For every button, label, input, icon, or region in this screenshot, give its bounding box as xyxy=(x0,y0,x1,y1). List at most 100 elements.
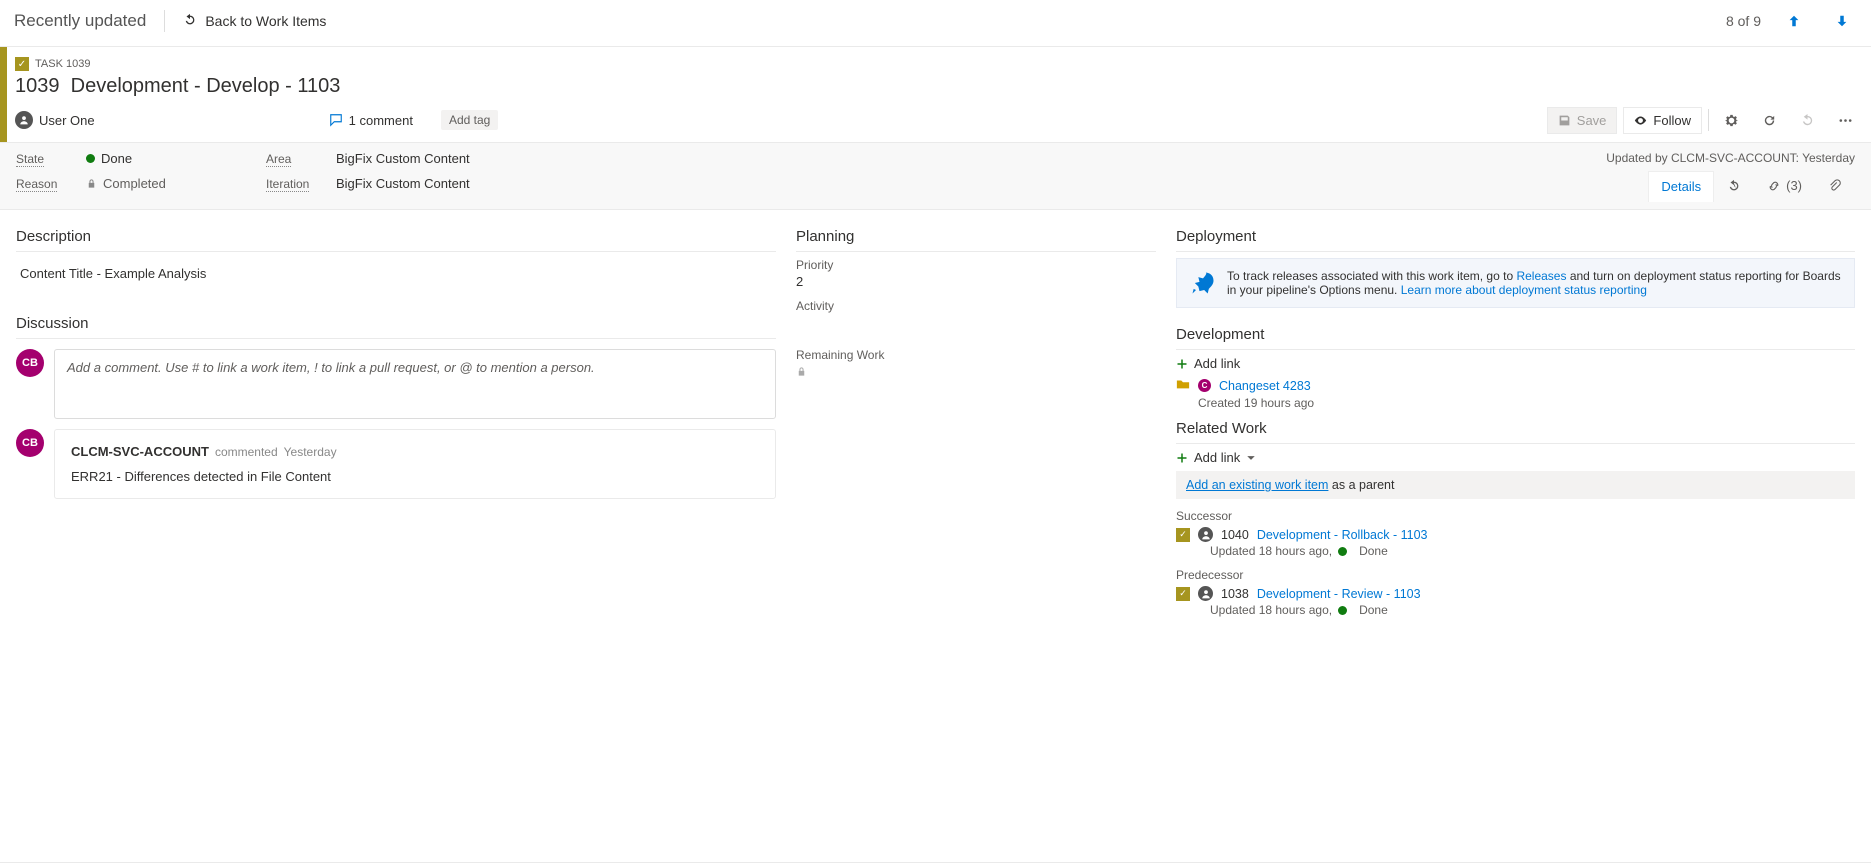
releases-link[interactable]: Releases xyxy=(1516,269,1566,283)
successor-id: 1040 xyxy=(1221,528,1249,542)
description-heading: Description xyxy=(16,228,776,252)
current-user-avatar: CB xyxy=(16,349,44,377)
main-columns: Description Content Title - Example Anal… xyxy=(0,210,1871,629)
top-bar: Recently updated Back to Work Items 8 of… xyxy=(0,0,1871,47)
priority-label: Priority xyxy=(796,258,1156,272)
comment-body: ERR21 - Differences detected in File Con… xyxy=(71,469,759,484)
area-label: Area xyxy=(266,152,326,166)
add-link-label: Add link xyxy=(1194,450,1240,465)
info-band: State Done Area BigFix Custom Content Re… xyxy=(0,142,1871,210)
undo-icon xyxy=(1800,113,1815,128)
more-actions-button[interactable] xyxy=(1829,106,1861,134)
pager-position: 8 of 9 xyxy=(1726,13,1761,29)
reason-label: Reason xyxy=(16,177,76,191)
task-type-icon: ✓ xyxy=(1176,528,1190,542)
middle-column: Planning Priority 2 Activity Remaining W… xyxy=(796,222,1176,617)
plus-icon xyxy=(1176,358,1188,370)
development-heading: Development xyxy=(1176,326,1855,350)
description-text[interactable]: Content Title - Example Analysis xyxy=(16,258,776,289)
settings-button[interactable] xyxy=(1715,106,1747,134)
reason-value[interactable]: Completed xyxy=(86,176,256,191)
assigned-to[interactable]: User One xyxy=(15,111,95,129)
top-bar-left: Recently updated Back to Work Items xyxy=(14,10,326,32)
comment-item: CB CLCM-SVC-ACCOUNT commented Yesterday … xyxy=(16,429,776,499)
updated-by: Updated by CLCM-SVC-ACCOUNT: Yesterday xyxy=(1606,151,1855,165)
save-icon xyxy=(1558,114,1571,127)
task-header: ✓ TASK 1039 1039 Development - Develop -… xyxy=(0,47,1871,142)
rocket-icon xyxy=(1189,269,1217,297)
remaining-work-label: Remaining Work xyxy=(796,348,1156,362)
task-title[interactable]: 1039 Development - Develop - 1103 xyxy=(15,75,1861,98)
changeset-link[interactable]: Changeset 4283 xyxy=(1219,379,1311,393)
comment-placeholder: Add a comment. Use # to link a work item… xyxy=(67,360,595,375)
predecessor-item[interactable]: ✓ 1038 Development - Review - 1103 xyxy=(1176,586,1855,601)
parent-banner[interactable]: Add an existing work item as a parent xyxy=(1176,471,1855,499)
deployment-text-pre: To track releases associated with this w… xyxy=(1227,269,1516,283)
person-icon xyxy=(1198,527,1213,542)
priority-value[interactable]: 2 xyxy=(796,274,1156,289)
predecessor-link[interactable]: Development - Review - 1103 xyxy=(1257,587,1421,601)
add-link-label: Add link xyxy=(1194,356,1240,371)
task-type-icon: ✓ xyxy=(15,57,29,71)
refresh-button[interactable] xyxy=(1753,106,1785,134)
lock-icon xyxy=(86,178,97,189)
save-label: Save xyxy=(1577,113,1607,128)
detail-tabs: Details (3) xyxy=(1606,171,1855,201)
back-label: Back to Work Items xyxy=(205,13,326,29)
comment-card: CLCM-SVC-ACCOUNT commented Yesterday ERR… xyxy=(54,429,776,499)
predecessor-sub: Updated 18 hours ago, Done xyxy=(1210,603,1855,617)
state-dot-icon xyxy=(1338,547,1347,556)
area-value[interactable]: BigFix Custom Content xyxy=(336,151,470,166)
activity-label: Activity xyxy=(796,299,1156,313)
revert-button[interactable] xyxy=(1791,106,1823,134)
follow-button[interactable]: Follow xyxy=(1623,107,1702,134)
deployment-callout: To track releases associated with this w… xyxy=(1176,258,1855,308)
discussion-heading: Discussion xyxy=(16,315,776,339)
comment-input[interactable]: Add a comment. Use # to link a work item… xyxy=(54,349,776,419)
deployment-heading: Deployment xyxy=(1176,228,1855,252)
tab-history[interactable] xyxy=(1714,171,1754,201)
previous-item-button[interactable] xyxy=(1779,6,1809,36)
meta-grid: State Done Area BigFix Custom Content Re… xyxy=(16,151,470,191)
top-bar-right: 8 of 9 xyxy=(1726,6,1857,36)
successor-item[interactable]: ✓ 1040 Development - Rollback - 1103 xyxy=(1176,527,1855,542)
tab-details[interactable]: Details xyxy=(1648,171,1714,202)
query-name[interactable]: Recently updated xyxy=(14,11,146,31)
iteration-value[interactable]: BigFix Custom Content xyxy=(336,176,470,191)
comment-input-row: CB Add a comment. Use # to link a work i… xyxy=(16,349,776,419)
folder-icon xyxy=(1176,377,1190,394)
comment-author-avatar: CB xyxy=(16,429,44,457)
state-dot-icon xyxy=(86,154,95,163)
separator xyxy=(164,10,165,32)
save-button: Save xyxy=(1547,107,1618,134)
learn-more-link[interactable]: Learn more about deployment status repor… xyxy=(1401,283,1647,297)
comments-count: 1 comment xyxy=(349,113,413,128)
left-column: Description Content Title - Example Anal… xyxy=(16,222,796,617)
next-item-button[interactable] xyxy=(1827,6,1857,36)
development-add-link[interactable]: Add link xyxy=(1176,356,1855,371)
successor-link[interactable]: Development - Rollback - 1103 xyxy=(1257,528,1428,542)
changeset-sub: Created 19 hours ago xyxy=(1198,396,1855,410)
tab-links[interactable]: (3) xyxy=(1754,171,1815,201)
link-icon xyxy=(1767,179,1781,193)
refresh-icon xyxy=(1762,113,1777,128)
back-to-work-items[interactable]: Back to Work Items xyxy=(183,13,326,30)
related-add-link[interactable]: Add link xyxy=(1176,450,1855,465)
follow-label: Follow xyxy=(1653,113,1691,128)
successor-state: Done xyxy=(1359,544,1388,558)
parent-suffix: as a parent xyxy=(1328,478,1394,492)
task-toolbar: Save Follow xyxy=(1547,106,1861,134)
task-type-icon: ✓ xyxy=(1176,587,1190,601)
activity-value[interactable] xyxy=(796,315,1156,330)
lock-icon xyxy=(796,366,807,377)
add-existing-parent-link[interactable]: Add an existing work item xyxy=(1186,478,1328,492)
add-tag-button[interactable]: Add tag xyxy=(441,110,498,130)
state-value[interactable]: Done xyxy=(86,151,256,166)
predecessor-state: Done xyxy=(1359,603,1388,617)
comment-when-prefix: commented xyxy=(215,445,278,459)
changeset-item[interactable]: C Changeset 4283 xyxy=(1176,377,1855,394)
comments-link[interactable]: 1 comment xyxy=(329,113,413,128)
remaining-work-value[interactable] xyxy=(796,364,1156,379)
tab-attachments[interactable] xyxy=(1815,171,1855,201)
successor-label: Successor xyxy=(1176,509,1855,523)
